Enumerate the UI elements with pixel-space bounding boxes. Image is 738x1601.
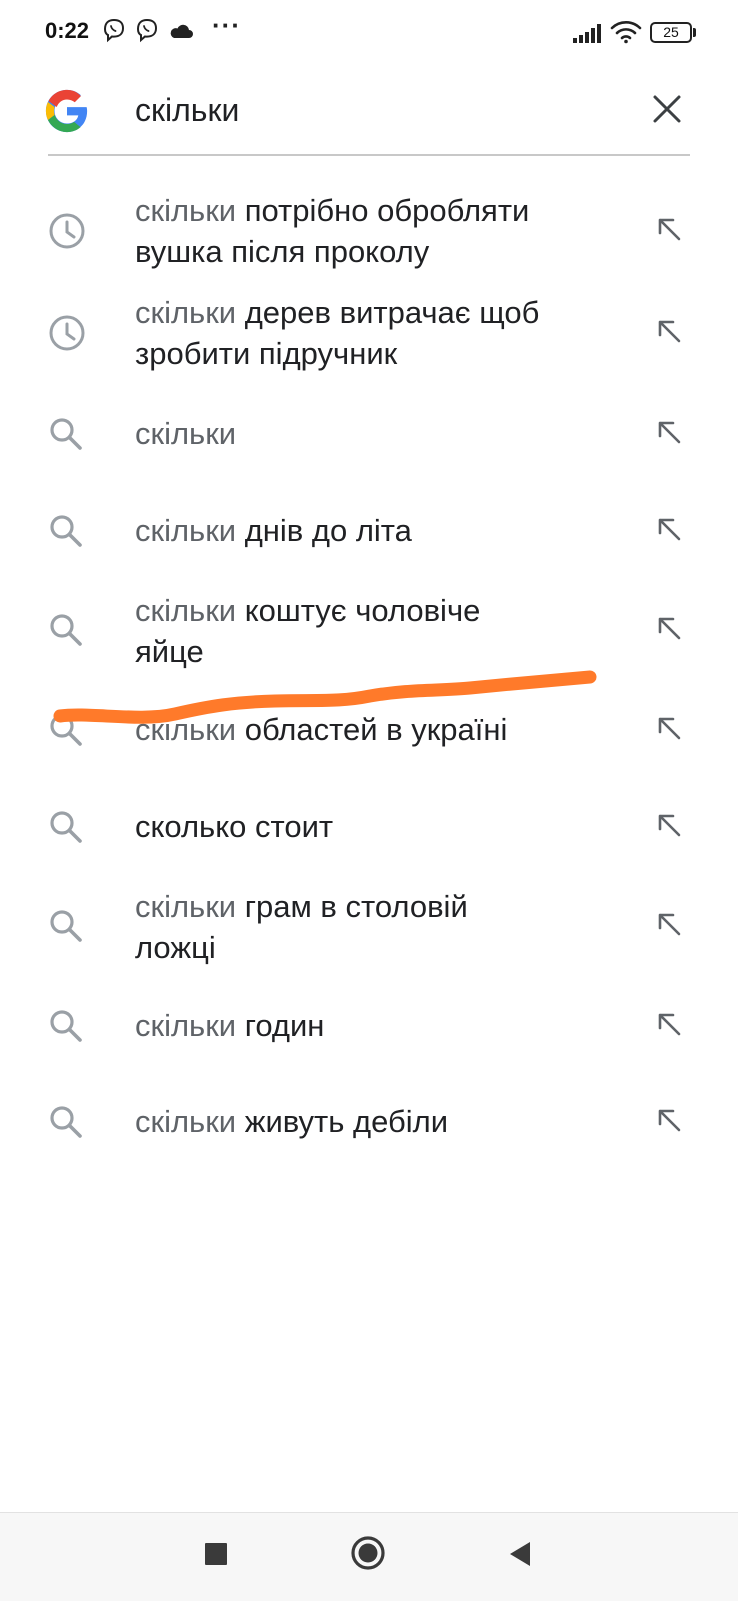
search-icon: [50, 614, 82, 646]
suggestion-prefix: скільки: [135, 295, 237, 330]
suggestion-line2: яйце: [135, 634, 204, 669]
suggestion-prefix: скільки: [135, 593, 237, 628]
suggestion-item[interactable]: скільки днів до літа: [0, 510, 738, 554]
cloud-icon: [170, 24, 193, 38]
fill-query-arrow-icon[interactable]: [656, 1107, 682, 1133]
suggestion-rest: дерев витрачає щоб: [244, 295, 540, 330]
fill-query-arrow-icon[interactable]: [656, 318, 682, 344]
suggestion-text: скільки днів до літа: [135, 510, 615, 551]
battery-level: 25: [663, 24, 679, 40]
suggestion-item[interactable]: скільки годин: [0, 1005, 738, 1049]
fill-query-arrow-icon[interactable]: [656, 1011, 682, 1037]
suggestion-item[interactable]: скільки дерев витрачає щоб зробити підру…: [0, 292, 738, 372]
suggestion-item[interactable]: скільки: [0, 413, 738, 457]
search-icon: [50, 1106, 82, 1138]
search-divider: [48, 154, 690, 156]
suggestion-item[interactable]: скільки коштує чоловіче яйце: [0, 590, 738, 672]
more-dots-icon: ···: [212, 10, 241, 40]
suggestion-prefix: скільки: [135, 712, 237, 747]
suggestion-rest: потрібно обробляти: [244, 193, 530, 228]
suggestion-item[interactable]: сколько стоит: [0, 806, 738, 850]
home-circle-icon[interactable]: [350, 1535, 386, 1571]
battery-tip: [693, 28, 696, 37]
suggestion-text: скільки грам в столовій ложці: [135, 886, 615, 968]
fill-query-arrow-icon[interactable]: [656, 216, 682, 242]
suggestion-text: сколько стоит: [135, 806, 615, 847]
search-icon: [50, 811, 82, 843]
suggestion-item[interactable]: скільки грам в столовій ложці: [0, 886, 738, 968]
suggestion-text: скільки областей в україні: [135, 709, 615, 750]
suggestion-item[interactable]: скільки потрібно обробляти вушка після п…: [0, 190, 738, 270]
search-input[interactable]: [135, 92, 605, 129]
suggestion-prefix: скільки: [135, 513, 237, 548]
suggestion-rest: сколько стоит: [135, 809, 334, 844]
fill-query-arrow-icon[interactable]: [656, 715, 682, 741]
back-triangle-icon[interactable]: [508, 1540, 532, 1568]
suggestion-line2: ложці: [135, 930, 216, 965]
suggestion-rest: областей в україні: [244, 712, 508, 747]
suggestion-item[interactable]: скільки живуть дебіли: [0, 1101, 738, 1145]
recents-square-icon[interactable]: [204, 1542, 228, 1566]
fill-query-arrow-icon[interactable]: [656, 615, 682, 641]
search-icon: [50, 910, 82, 942]
fill-query-arrow-icon[interactable]: [656, 812, 682, 838]
status-bar: 0:22 ··· 25: [0, 0, 738, 66]
suggestion-item[interactable]: скільки областей в україні: [0, 709, 738, 753]
signal-icon: [573, 24, 601, 43]
suggestion-prefix: скільки: [135, 193, 237, 228]
wifi-icon: [610, 21, 642, 44]
suggestion-text: скільки потрібно обробляти вушка після п…: [135, 190, 615, 272]
suggestion-text: скільки живуть дебіли: [135, 1101, 615, 1142]
suggestion-rest: живуть дебіли: [244, 1104, 449, 1139]
suggestion-text: скільки коштує чоловіче яйце: [135, 590, 615, 672]
close-icon[interactable]: [652, 94, 682, 124]
suggestion-text: скільки: [135, 413, 615, 454]
suggestion-rest: грам в столовій: [244, 889, 468, 924]
battery-icon: 25: [650, 22, 692, 43]
fill-query-arrow-icon[interactable]: [656, 516, 682, 542]
suggestion-prefix: скільки: [135, 416, 237, 451]
suggestion-line2: зробити підручник: [135, 336, 398, 371]
search-icon: [50, 418, 82, 450]
navigation-bar: [0, 1512, 738, 1601]
suggestion-rest: годин: [244, 1008, 325, 1043]
suggestion-rest: коштує чоловіче: [244, 593, 481, 628]
google-logo: [45, 89, 88, 133]
viber-icon: [136, 18, 158, 43]
suggestion-prefix: скільки: [135, 1008, 237, 1043]
fill-query-arrow-icon[interactable]: [656, 419, 682, 445]
status-time: 0:22: [45, 18, 90, 43]
viber-icon: [103, 18, 125, 43]
search-icon: [50, 714, 82, 746]
history-icon: [49, 315, 85, 351]
suggestion-prefix: скільки: [135, 889, 237, 924]
search-icon: [50, 515, 82, 547]
suggestion-text: скільки годин: [135, 1005, 615, 1046]
suggestion-line2: вушка після проколу: [135, 234, 430, 269]
history-icon: [49, 213, 85, 249]
suggestion-prefix: скільки: [135, 1104, 237, 1139]
suggestion-rest: днів до літа: [244, 513, 412, 548]
suggestion-text: скільки дерев витрачає щоб зробити підру…: [135, 292, 615, 374]
search-icon: [50, 1010, 82, 1042]
fill-query-arrow-icon[interactable]: [656, 911, 682, 937]
